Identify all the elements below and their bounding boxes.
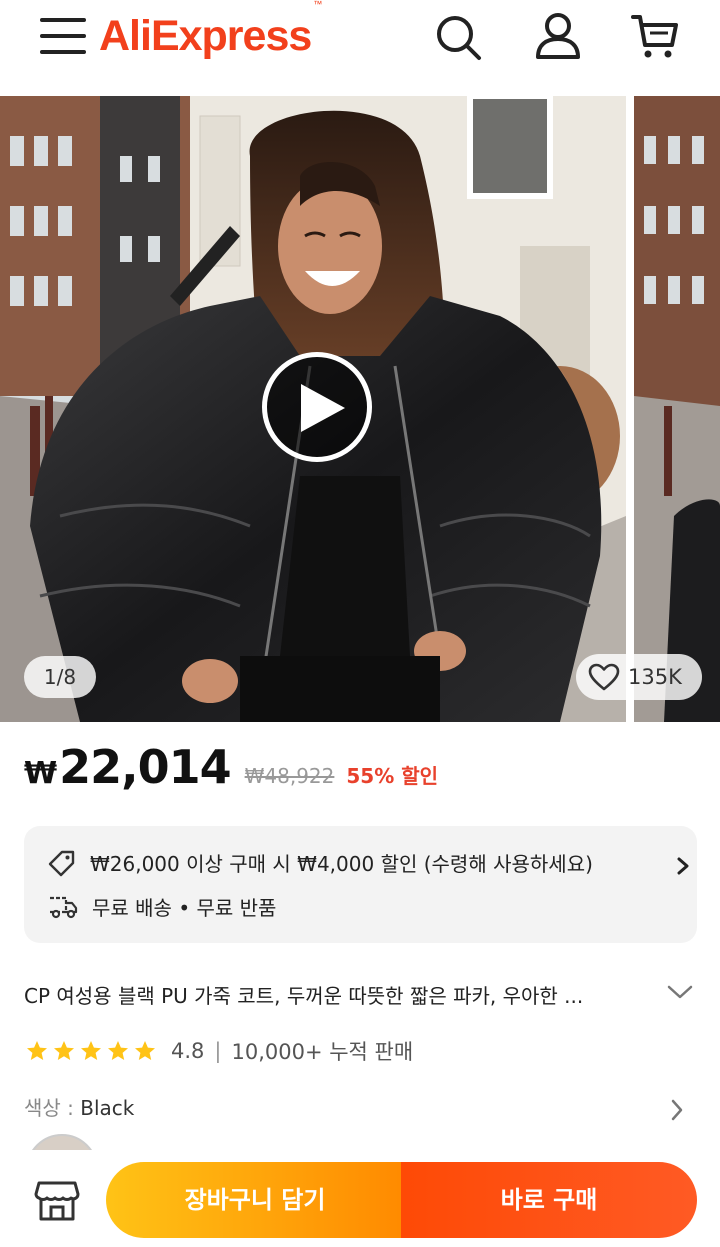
chevron-down-icon[interactable] <box>667 984 693 1000</box>
price-row: ₩ 22,014 ₩48,922 55% 할인 <box>24 740 438 800</box>
coupon-line[interactable]: ₩26,000 이상 구매 시 ₩4,000 할인 (수령해 사용하세요) <box>48 848 593 877</box>
shipping-text: 무료 배송 • 무료 반품 <box>92 896 277 920</box>
price-currency: ₩ <box>24 756 58 791</box>
rating-row[interactable]: 4.8 | 10,000+ 누적 판매 <box>24 1036 413 1066</box>
color-value: Black <box>80 1096 135 1120</box>
image-counter: 1/8 <box>24 656 96 698</box>
color-label: 색상 : Black <box>24 1096 135 1120</box>
shipping-line: 무료 배송 • 무료 반품 <box>48 892 276 921</box>
wishlist-badge[interactable]: 135K <box>576 654 702 700</box>
star-icon <box>54 1041 74 1060</box>
star-icon <box>81 1041 101 1060</box>
wishlist-count: 135K <box>628 665 682 689</box>
original-price: ₩48,922 <box>244 764 335 788</box>
color-selector-row[interactable]: 색상 : Black <box>24 1092 696 1124</box>
product-page: AliExpress™ 1/8 135K ₩ 22,014 ₩48,922 55… <box>0 0 720 1247</box>
store-icon[interactable] <box>34 1180 80 1222</box>
top-header: AliExpress™ <box>0 0 720 90</box>
discount-label: 55% 할인 <box>346 764 439 788</box>
product-gallery[interactable]: 1/8 135K <box>0 96 720 722</box>
chevron-right-icon[interactable] <box>676 856 690 876</box>
rating-separator: | <box>214 1039 222 1063</box>
sold-count: 10,000+ 누적 판매 <box>231 1040 414 1064</box>
chevron-right-icon[interactable] <box>670 1098 684 1122</box>
product-title: CP 여성용 블랙 PU 가죽 코트, 두꺼운 따뜻한 짧은 파카, 우아한 .… <box>24 984 584 1008</box>
product-photo[interactable]: 1/8 <box>0 96 626 722</box>
current-price: 22,014 <box>59 740 232 794</box>
coupon-tag-icon <box>48 850 75 876</box>
search-icon[interactable] <box>434 13 482 61</box>
rating-value: 4.8 <box>171 1039 205 1063</box>
star-icon <box>108 1041 128 1060</box>
play-video-button[interactable] <box>262 352 372 462</box>
heart-icon[interactable] <box>588 663 620 691</box>
bottom-action-bar: 장바구니 담기 바로 구매 <box>0 1150 720 1247</box>
next-photo-preview[interactable] <box>634 96 720 722</box>
menu-icon[interactable] <box>40 16 86 56</box>
account-icon[interactable] <box>534 11 582 61</box>
promo-box[interactable]: ₩26,000 이상 구매 시 ₩4,000 할인 (수령해 사용하세요) 무료… <box>24 826 697 943</box>
buy-now-button[interactable]: 바로 구매 <box>401 1162 697 1238</box>
star-icon <box>135 1041 155 1060</box>
coupon-text: ₩26,000 이상 구매 시 ₩4,000 할인 (수령해 사용하세요) <box>90 852 593 876</box>
product-title-row[interactable]: CP 여성용 블랙 PU 가죽 코트, 두꺼운 따뜻한 짧은 파카, 우아한 .… <box>24 980 696 1012</box>
rating-stars <box>24 1039 159 1063</box>
delivery-truck-icon <box>50 896 78 918</box>
cart-icon[interactable] <box>630 11 680 61</box>
add-to-cart-button[interactable]: 장바구니 담기 <box>106 1162 404 1238</box>
aliexpress-logo[interactable]: AliExpress™ <box>99 0 322 61</box>
star-icon <box>27 1041 47 1060</box>
